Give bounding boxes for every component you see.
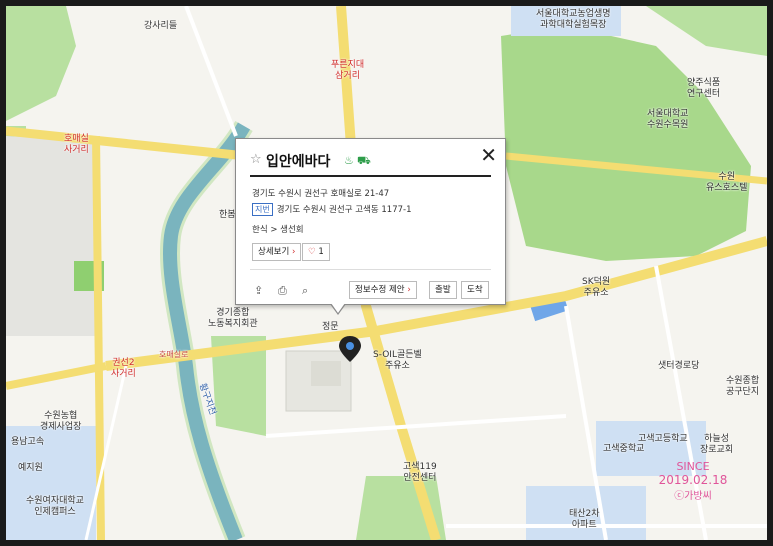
label-gwonseon2: 권선2 사거리: [111, 358, 136, 379]
label-haneul: 하늘성 장로교회: [700, 434, 734, 455]
label-suwon-hostel: 수원 유스호스텔: [706, 172, 748, 193]
label-yongnam: 용남고속: [11, 437, 45, 447]
map-frame[interactable]: 강사리들 푸른지대 삼거리 호매실 사거리 서울대학교농업생명 과학대학실험목장…: [6, 6, 767, 540]
detail-button[interactable]: 상세보기 ›: [252, 243, 302, 261]
road-address: 경기도 수원시 권선구 호매실로 21-47: [252, 189, 390, 199]
label-goesaek-high: 고색고등학교: [638, 434, 688, 444]
label-nonghyup: 수원농협 경제사업장: [40, 411, 82, 432]
category: 한식 > 생선회: [252, 225, 304, 235]
label-suwon-complex: 수원종합 공구단지: [726, 376, 760, 397]
lot-label: 지번: [252, 203, 273, 216]
heart-icon: ♡: [308, 247, 316, 257]
label-seoul-univ-top: 서울대학교농업생명 과학대학실험목장: [536, 9, 611, 30]
label-womens-univ: 수원여자대학교 인제캠퍼스: [26, 496, 84, 517]
label-gangsari: 강사리들: [144, 21, 178, 31]
label-fire: 고색119 안전센터: [403, 462, 437, 483]
label-taesan: 태산2차 아파트: [569, 509, 600, 530]
label-goesaek-mid: 고색중학교: [603, 444, 645, 454]
label-welfare: 경기종합 노동복지회관: [208, 308, 258, 329]
place-info-popup: ☆ 입안에바다 ♨ ⛟ ✕ 경기도 수원시 권선구 호매실로 21-47 지번 경…: [235, 138, 506, 315]
label-sk: SK덕원 주유소: [582, 277, 611, 298]
edit-suggest-button[interactable]: 정보수정 제안 ›: [349, 281, 417, 299]
label-suwon-arboretum: 서울대학교 수원수목원: [647, 109, 689, 130]
label-hanbom: 한봄: [219, 210, 236, 220]
label-yangjusikpum: 양주식품 연구센터: [687, 78, 721, 99]
arrive-button[interactable]: 도착: [461, 281, 489, 299]
since-stamp: SINCE 2019.02.18 ⓒ가방씨: [658, 460, 728, 502]
label-homaesil: 호매실 사거리: [64, 134, 89, 155]
like-button[interactable]: ♡ 1: [302, 243, 330, 261]
share-icon[interactable]: ⇪: [254, 284, 263, 297]
label-homae-road: 호매실로: [159, 350, 189, 359]
delivery-icon: ⛟: [357, 154, 371, 167]
star-icon[interactable]: ☆: [250, 152, 262, 167]
lot-address: 경기도 수원시 권선구 고색동 1177-1: [276, 205, 412, 215]
label-soil: S-OIL골든벨 주유소: [373, 350, 422, 371]
label-jeongmun: 정문: [322, 322, 339, 332]
close-icon[interactable]: ✕: [480, 145, 497, 165]
place-name: 입안에바다: [266, 154, 331, 170]
zoom-icon[interactable]: ⌕: [302, 284, 308, 298]
depart-button[interactable]: 출발: [429, 281, 457, 299]
print-icon[interactable]: ⎙: [278, 284, 287, 298]
label-saetur: 샛터경로당: [658, 361, 700, 371]
label-yejiwon: 예지원: [18, 463, 43, 473]
label-green-geori: 푸른지대 삼거리: [331, 60, 365, 81]
parking-icon: ♨: [344, 154, 354, 167]
